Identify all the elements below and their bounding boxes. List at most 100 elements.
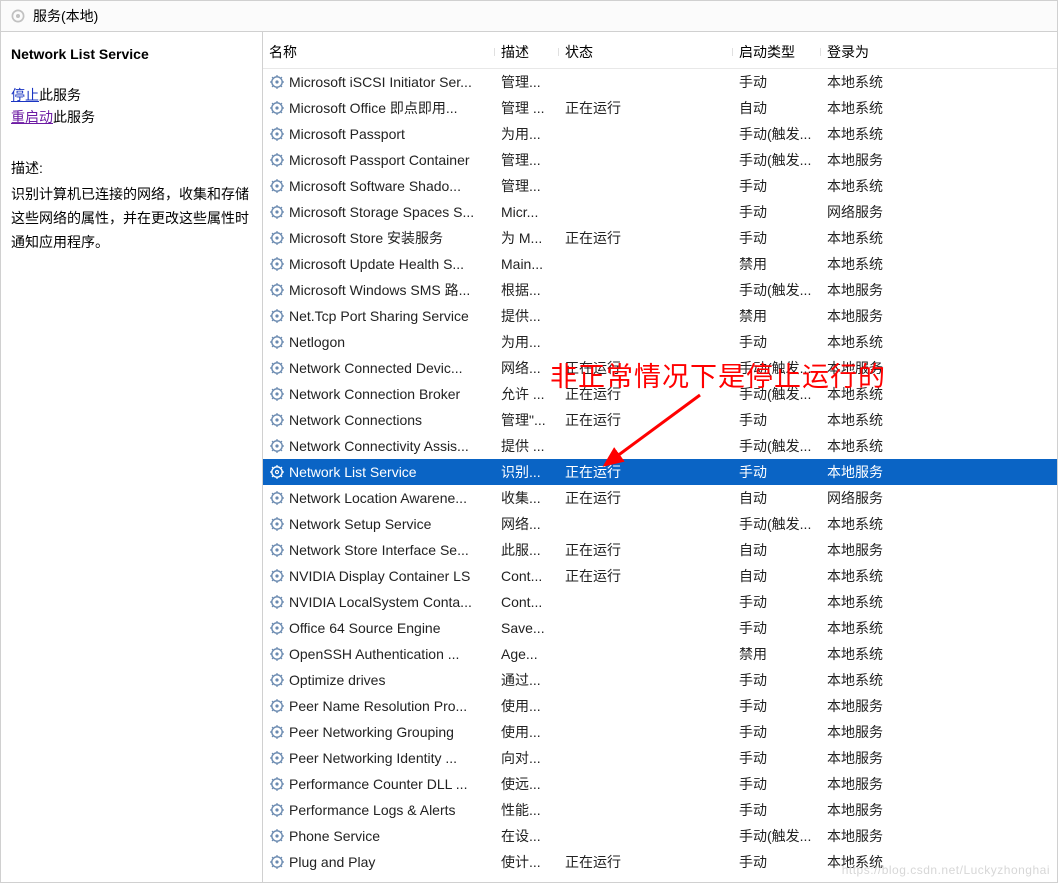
service-gear-icon [269, 828, 285, 844]
service-start-type: 手动(触发... [733, 384, 821, 404]
service-gear-icon [269, 100, 285, 116]
titlebar: 服务(本地) [1, 1, 1057, 32]
service-row[interactable]: Microsoft Store 安装服务为 M...正在运行手动本地系统 [263, 225, 1057, 251]
service-row[interactable]: Office 64 Source EngineSave...手动本地系统 [263, 615, 1057, 641]
service-start-type: 自动 [733, 488, 821, 508]
service-row[interactable]: Microsoft Software Shado...管理...手动本地系统 [263, 173, 1057, 199]
service-desc: 性能... [495, 800, 559, 820]
service-logon: 本地系统 [821, 384, 917, 404]
service-logon: 本地系统 [821, 176, 917, 196]
service-start-type: 手动 [733, 670, 821, 690]
service-desc: Cont... [495, 568, 559, 584]
service-logon: 网络服务 [821, 488, 917, 508]
column-header-start[interactable]: 启动类型 [733, 42, 821, 62]
service-status: 正在运行 [559, 540, 733, 560]
service-desc: 为 M... [495, 228, 559, 248]
column-header-name[interactable]: 名称 [263, 42, 495, 62]
service-logon: 本地系统 [821, 332, 917, 352]
service-desc: 在设... [495, 826, 559, 846]
service-row[interactable]: Network Connection Broker允许 ...正在运行手动(触发… [263, 381, 1057, 407]
service-list-pane: 名称 描述 状态 启动类型 登录为 Microsoft iSCSI Initia… [263, 32, 1057, 883]
service-name: Microsoft iSCSI Initiator Ser... [289, 74, 472, 90]
service-start-type: 手动 [733, 228, 821, 248]
column-header-logon[interactable]: 登录为 [821, 42, 917, 62]
service-row[interactable]: Performance Logs & Alerts性能...手动本地服务 [263, 797, 1057, 823]
window-frame: 服务(本地) Network List Service 停止此服务 重启动此服务… [0, 0, 1058, 883]
service-status: 正在运行 [559, 384, 733, 404]
content-area: Network List Service 停止此服务 重启动此服务 描述: 识别… [1, 32, 1057, 883]
service-gear-icon [269, 308, 285, 324]
service-name: Network Location Awarene... [289, 490, 467, 506]
service-logon: 本地系统 [821, 98, 917, 118]
service-logon: 本地服务 [821, 800, 917, 820]
selected-service-heading: Network List Service [11, 46, 252, 62]
service-row[interactable]: Optimize drives通过...手动本地系统 [263, 667, 1057, 693]
service-row[interactable]: Microsoft Passport Container管理...手动(触发..… [263, 147, 1057, 173]
service-name: Peer Name Resolution Pro... [289, 698, 467, 714]
service-gear-icon [269, 516, 285, 532]
service-gear-icon [269, 204, 285, 220]
service-row[interactable]: Peer Name Resolution Pro...使用...手动本地服务 [263, 693, 1057, 719]
service-name: Network Connected Devic... [289, 360, 463, 376]
stop-service-suffix: 此服务 [39, 87, 81, 103]
service-row[interactable]: Microsoft Passport为用...手动(触发...本地系统 [263, 121, 1057, 147]
service-row[interactable]: Network Connections管理"...正在运行手动本地系统 [263, 407, 1057, 433]
service-row[interactable]: Peer Networking Identity ...向对...手动本地服务 [263, 745, 1057, 771]
service-list[interactable]: Microsoft iSCSI Initiator Ser...管理...手动本… [263, 69, 1057, 883]
service-start-type: 手动 [733, 462, 821, 482]
service-row[interactable]: Microsoft Windows SMS 路...根据...手动(触发...本… [263, 277, 1057, 303]
service-row[interactable]: Network Connected Devic...网络...正在运行手动(触发… [263, 355, 1057, 381]
column-header-desc[interactable]: 描述 [495, 42, 559, 62]
service-row[interactable]: Network Setup Service网络...手动(触发...本地系统 [263, 511, 1057, 537]
service-row[interactable]: NVIDIA LocalSystem Conta...Cont...手动本地系统 [263, 589, 1057, 615]
service-logon: 本地系统 [821, 618, 917, 638]
service-row[interactable]: Phone Service在设...手动(触发...本地服务 [263, 823, 1057, 849]
service-start-type: 手动 [733, 332, 821, 352]
service-gear-icon [269, 750, 285, 766]
service-logon: 本地服务 [821, 150, 917, 170]
service-gear-icon [269, 74, 285, 90]
service-desc: 管理... [495, 150, 559, 170]
service-row[interactable]: Network Store Interface Se...此服...正在运行自动… [263, 537, 1057, 563]
service-logon: 本地服务 [821, 280, 917, 300]
service-name: Optimize drives [289, 672, 385, 688]
service-desc: 网络... [495, 358, 559, 378]
service-gear-icon [269, 490, 285, 506]
service-logon: 本地系统 [821, 228, 917, 248]
service-logon: 本地服务 [821, 748, 917, 768]
service-row[interactable]: NVIDIA Display Container LSCont...正在运行自动… [263, 563, 1057, 589]
service-name: Microsoft Office 即点即用... [289, 98, 458, 118]
service-row[interactable]: Network Location Awarene...收集...正在运行自动网络… [263, 485, 1057, 511]
service-status: 正在运行 [559, 358, 733, 378]
service-start-type: 禁用 [733, 254, 821, 274]
restart-service-link[interactable]: 重启动 [11, 109, 53, 125]
service-desc: 识别... [495, 462, 559, 482]
service-desc: 通过... [495, 670, 559, 690]
service-row[interactable]: Network List Service识别...正在运行手动本地服务 [263, 459, 1057, 485]
service-name: Peer Networking Grouping [289, 724, 454, 740]
service-row[interactable]: Microsoft Update Health S...Main...禁用本地系… [263, 251, 1057, 277]
service-start-type: 自动 [733, 98, 821, 118]
service-gear-icon [269, 152, 285, 168]
column-header-status[interactable]: 状态 [559, 42, 733, 62]
service-row[interactable]: Netlogon为用...手动本地系统 [263, 329, 1057, 355]
service-start-type: 手动 [733, 774, 821, 794]
service-row[interactable]: Microsoft Office 即点即用...管理 ...正在运行自动本地系统 [263, 95, 1057, 121]
stop-service-link[interactable]: 停止 [11, 87, 39, 103]
service-gear-icon [269, 334, 285, 350]
service-row[interactable]: Peer Networking Grouping使用...手动本地服务 [263, 719, 1057, 745]
service-desc: 为用... [495, 124, 559, 144]
service-row[interactable]: Net.Tcp Port Sharing Service提供...禁用本地服务 [263, 303, 1057, 329]
service-name: Peer Networking Identity ... [289, 750, 457, 766]
service-row[interactable]: Microsoft iSCSI Initiator Ser...管理...手动本… [263, 69, 1057, 95]
service-row[interactable]: OpenSSH Authentication ...Age...禁用本地系统 [263, 641, 1057, 667]
service-row[interactable]: Network Connectivity Assis...提供 ...手动(触发… [263, 433, 1057, 459]
service-row[interactable]: Microsoft Storage Spaces S...Micr...手动网络… [263, 199, 1057, 225]
service-logon: 本地系统 [821, 592, 917, 612]
service-row[interactable]: Performance Counter DLL ...使远...手动本地服务 [263, 771, 1057, 797]
service-name: Performance Logs & Alerts [289, 802, 456, 818]
service-gear-icon [269, 438, 285, 454]
service-gear-icon [269, 568, 285, 584]
service-start-type: 手动 [733, 852, 821, 872]
service-status: 正在运行 [559, 410, 733, 430]
